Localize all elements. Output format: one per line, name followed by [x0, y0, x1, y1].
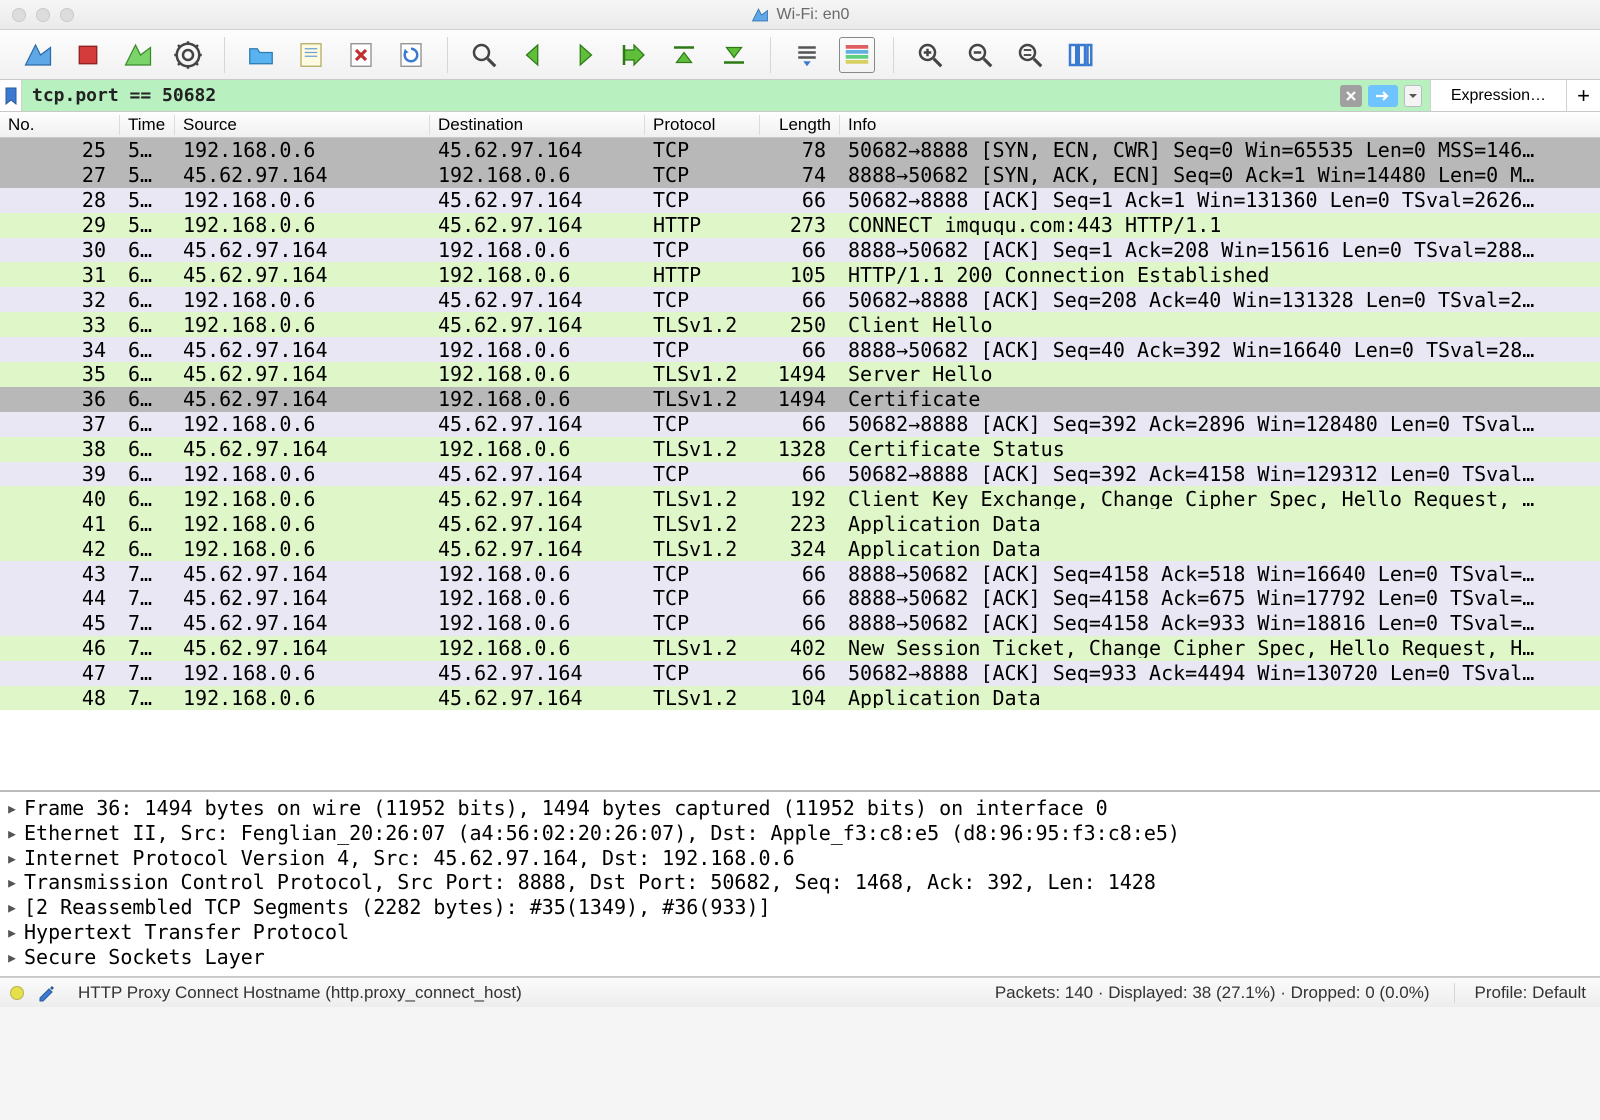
- packet-list-pane[interactable]: No. Time Source Destination Protocol Len…: [0, 112, 1600, 792]
- packet-row[interactable]: 366…45.62.97.164192.168.0.6TLSv1.21494Ce…: [0, 387, 1600, 412]
- expert-info-icon[interactable]: [10, 986, 24, 1000]
- status-profile[interactable]: Profile: Default: [1454, 983, 1591, 1003]
- clear-filter-icon[interactable]: [1340, 85, 1362, 107]
- chevron-right-icon[interactable]: ▸: [6, 870, 24, 895]
- packet-row[interactable]: 437…45.62.97.164192.168.0.6TCP668888→506…: [0, 561, 1600, 586]
- packet-row[interactable]: 376…192.168.0.645.62.97.164TCP6650682→88…: [0, 412, 1600, 437]
- title-bar: Wi-Fi: en0: [0, 0, 1600, 30]
- expression-button[interactable]: Expression…: [1430, 80, 1566, 111]
- go-first-icon[interactable]: [666, 37, 702, 73]
- packet-row[interactable]: 447…45.62.97.164192.168.0.6TCP668888→506…: [0, 586, 1600, 611]
- status-bar: HTTP Proxy Connect Hostname (http.proxy_…: [0, 977, 1600, 1007]
- detail-tree-item[interactable]: ▸Internet Protocol Version 4, Src: 45.62…: [6, 846, 1594, 871]
- apply-filter-icon[interactable]: [1368, 85, 1398, 107]
- col-header-time[interactable]: Time: [120, 115, 175, 135]
- chevron-right-icon[interactable]: ▸: [6, 846, 24, 871]
- auto-scroll-icon[interactable]: [789, 37, 825, 73]
- open-file-icon[interactable]: [243, 37, 279, 73]
- packet-row[interactable]: 406…192.168.0.645.62.97.164TLSv1.2192Cli…: [0, 486, 1600, 511]
- packet-row[interactable]: 416…192.168.0.645.62.97.164TLSv1.2223App…: [0, 511, 1600, 536]
- packet-row[interactable]: 467…45.62.97.164192.168.0.6TLSv1.2402New…: [0, 636, 1600, 661]
- zoom-out-icon[interactable]: [962, 37, 998, 73]
- packet-row[interactable]: 396…192.168.0.645.62.97.164TCP6650682→88…: [0, 462, 1600, 487]
- col-header-prot[interactable]: Protocol: [645, 115, 760, 135]
- packet-row[interactable]: 487…192.168.0.645.62.97.164TLSv1.2104App…: [0, 686, 1600, 711]
- reload-icon[interactable]: [393, 37, 429, 73]
- chevron-right-icon[interactable]: ▸: [6, 945, 24, 970]
- detail-tree-item[interactable]: ▸Ethernet II, Src: Fenglian_20:26:07 (a4…: [6, 821, 1594, 846]
- detail-tree-item[interactable]: ▸Frame 36: 1494 bytes on wire (11952 bit…: [6, 796, 1594, 821]
- close-file-icon[interactable]: [343, 37, 379, 73]
- display-filter-input[interactable]: [22, 80, 1332, 111]
- filter-history-dropdown[interactable]: [1404, 85, 1422, 107]
- detail-tree-item[interactable]: ▸[2 Reassembled TCP Segments (2282 bytes…: [6, 895, 1594, 920]
- status-packet-counts: Packets: 140 · Displayed: 38 (27.1%) · D…: [995, 983, 1430, 1003]
- packet-row[interactable]: 316…45.62.97.164192.168.0.6HTTP105HTTP/1…: [0, 262, 1600, 287]
- packet-list-header[interactable]: No. Time Source Destination Protocol Len…: [0, 112, 1600, 138]
- capture-options-icon[interactable]: [170, 37, 206, 73]
- wireshark-fin-icon: [751, 6, 769, 24]
- detail-tree-item[interactable]: ▸Hypertext Transfer Protocol: [6, 920, 1594, 945]
- window-title: Wi-Fi: en0: [777, 6, 850, 24]
- packet-row[interactable]: 386…45.62.97.164192.168.0.6TLSv1.21328Ce…: [0, 437, 1600, 462]
- packet-row[interactable]: 295…192.168.0.645.62.97.164HTTP273CONNEC…: [0, 213, 1600, 238]
- col-header-len[interactable]: Length: [760, 115, 840, 135]
- save-file-icon[interactable]: [293, 37, 329, 73]
- chevron-right-icon[interactable]: ▸: [6, 796, 24, 821]
- chevron-right-icon[interactable]: ▸: [6, 920, 24, 945]
- colorize-icon[interactable]: [839, 37, 875, 73]
- packet-row[interactable]: 255…192.168.0.645.62.97.164TCP7850682→88…: [0, 138, 1600, 163]
- packet-row[interactable]: 326…192.168.0.645.62.97.164TCP6650682→88…: [0, 287, 1600, 312]
- packet-row[interactable]: 346…45.62.97.164192.168.0.6TCP668888→506…: [0, 337, 1600, 362]
- zoom-in-icon[interactable]: [912, 37, 948, 73]
- packet-row[interactable]: 426…192.168.0.645.62.97.164TLSv1.2324App…: [0, 536, 1600, 561]
- chevron-right-icon[interactable]: ▸: [6, 821, 24, 846]
- find-icon[interactable]: [466, 37, 502, 73]
- stop-capture-icon[interactable]: [70, 37, 106, 73]
- col-header-src[interactable]: Source: [175, 115, 430, 135]
- col-header-no[interactable]: No.: [0, 115, 120, 135]
- packet-row[interactable]: 275…45.62.97.164192.168.0.6TCP748888→506…: [0, 163, 1600, 188]
- packet-row[interactable]: 457…45.62.97.164192.168.0.6TCP668888→506…: [0, 611, 1600, 636]
- detail-tree-item[interactable]: ▸Secure Sockets Layer: [6, 945, 1594, 970]
- go-last-icon[interactable]: [716, 37, 752, 73]
- col-header-dst[interactable]: Destination: [430, 115, 645, 135]
- packet-row[interactable]: 285…192.168.0.645.62.97.164TCP6650682→88…: [0, 188, 1600, 213]
- wireshark-fin-icon[interactable]: [20, 37, 56, 73]
- detail-tree-item[interactable]: ▸Transmission Control Protocol, Src Port…: [6, 870, 1594, 895]
- restart-capture-icon[interactable]: [120, 37, 156, 73]
- resize-columns-icon[interactable]: [1062, 37, 1098, 73]
- packet-row[interactable]: 306…45.62.97.164192.168.0.6TCP668888→506…: [0, 238, 1600, 263]
- col-header-info[interactable]: Info: [840, 115, 1600, 135]
- go-to-packet-icon[interactable]: [616, 37, 652, 73]
- packet-row[interactable]: 356…45.62.97.164192.168.0.6TLSv1.21494Se…: [0, 362, 1600, 387]
- main-toolbar: [0, 30, 1600, 80]
- status-field-name: HTTP Proxy Connect Hostname (http.proxy_…: [70, 983, 981, 1003]
- go-forward-icon[interactable]: [566, 37, 602, 73]
- display-filter-bar: Expression… +: [0, 80, 1600, 112]
- edit-capture-comment-icon[interactable]: [38, 984, 56, 1002]
- chevron-right-icon[interactable]: ▸: [6, 895, 24, 920]
- packet-row[interactable]: 477…192.168.0.645.62.97.164TCP6650682→88…: [0, 661, 1600, 686]
- packet-row[interactable]: 336…192.168.0.645.62.97.164TLSv1.2250Cli…: [0, 312, 1600, 337]
- packet-detail-pane[interactable]: ▸Frame 36: 1494 bytes on wire (11952 bit…: [0, 792, 1600, 977]
- zoom-reset-icon[interactable]: [1012, 37, 1048, 73]
- add-filter-button[interactable]: +: [1566, 80, 1600, 111]
- filter-bookmark-icon[interactable]: [0, 80, 22, 111]
- go-back-icon[interactable]: [516, 37, 552, 73]
